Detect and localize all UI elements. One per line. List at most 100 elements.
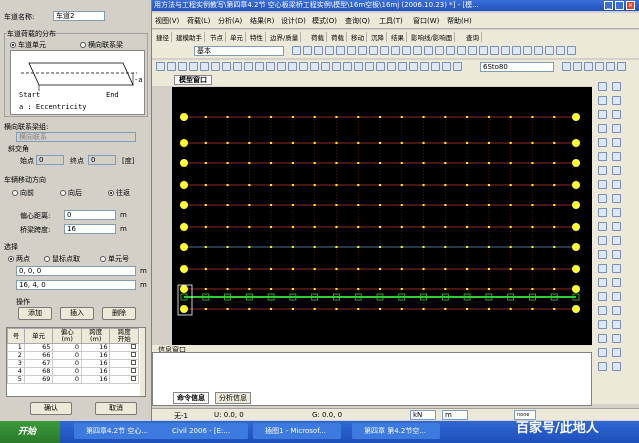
toolbar-tab-0[interactable]: 捷径 bbox=[154, 32, 172, 42]
side-tool-icon-0-5[interactable] bbox=[598, 152, 607, 161]
side-tool-icon-0-20[interactable] bbox=[598, 362, 607, 371]
table-cell[interactable] bbox=[109, 367, 139, 376]
side-tool-icon-0-8[interactable] bbox=[598, 194, 607, 203]
row2-tool-icon-5[interactable] bbox=[347, 46, 356, 55]
side-tool-icon-1-11[interactable] bbox=[612, 236, 621, 245]
table-row[interactable]: 3 67 0 16 bbox=[7, 359, 139, 368]
length-unit-select[interactable]: m bbox=[442, 410, 468, 420]
table-row[interactable]: 2 66 0 16 bbox=[7, 351, 139, 360]
menu-item-8[interactable]: 窗口(W) bbox=[413, 16, 439, 26]
start-button[interactable]: 开始 bbox=[0, 421, 60, 443]
ok-button[interactable]: 确认 bbox=[30, 402, 72, 415]
side-tool-icon-0-12[interactable] bbox=[598, 250, 607, 259]
lane-name-input[interactable]: 车道2 bbox=[53, 11, 105, 21]
row2-tool-icon-8[interactable] bbox=[380, 46, 389, 55]
menu-item-9[interactable]: 帮助(H) bbox=[447, 16, 472, 26]
group-dropdown[interactable]: 6Sto80 bbox=[480, 62, 554, 72]
minimize-icon[interactable]: _ bbox=[604, 1, 613, 10]
side-tool-icon-0-19[interactable] bbox=[598, 348, 607, 357]
row3-tool-icon-20[interactable] bbox=[376, 62, 385, 71]
row2-tool-icon-15[interactable] bbox=[457, 46, 466, 55]
table-cell[interactable]: 16 bbox=[80, 375, 111, 384]
row3-tool-icon-23[interactable] bbox=[409, 62, 418, 71]
base-dropdown[interactable]: 基本 bbox=[194, 46, 284, 56]
row3-tool-icon-3[interactable] bbox=[189, 62, 198, 71]
toolbar-tab-5[interactable]: 边界/质量 bbox=[268, 32, 302, 42]
row3-tool-icon-22[interactable] bbox=[398, 62, 407, 71]
toolbar-tab-2[interactable]: 节点 bbox=[208, 32, 226, 42]
menu-item-1[interactable]: 荷载(L) bbox=[187, 16, 210, 26]
row3-tool-icon-16[interactable] bbox=[332, 62, 341, 71]
side-tool-icon-0-0[interactable] bbox=[598, 82, 607, 91]
row2-tool-icon-2[interactable] bbox=[314, 46, 323, 55]
table-header-1[interactable]: 单元 bbox=[23, 328, 54, 344]
side-tool-icon-0-10[interactable] bbox=[598, 222, 607, 231]
row3-tool-icon-14[interactable] bbox=[310, 62, 319, 71]
row3-tool-icon-27[interactable] bbox=[453, 62, 462, 71]
taskbar-item-0[interactable]: 第四章4.2节 空心... bbox=[74, 423, 162, 439]
row3-tool-icon-9[interactable] bbox=[255, 62, 264, 71]
side-tool-icon-1-4[interactable] bbox=[612, 138, 621, 147]
row2-tool-icon-6[interactable] bbox=[358, 46, 367, 55]
row3-tool-icon-7[interactable] bbox=[233, 62, 242, 71]
row2-tool-icon-16[interactable] bbox=[468, 46, 477, 55]
row2-tool-icon-20[interactable] bbox=[512, 46, 521, 55]
row2-tool-icon-4[interactable] bbox=[336, 46, 345, 55]
side-tool-icon-0-14[interactable] bbox=[598, 278, 607, 287]
side-tool-icon-1-3[interactable] bbox=[612, 124, 621, 133]
row3-tool-icon-1[interactable] bbox=[167, 62, 176, 71]
ecc-dist-input[interactable]: 0 bbox=[64, 210, 116, 220]
row3b-tool-icon-3[interactable] bbox=[595, 62, 604, 71]
bridge-span-input[interactable]: 16 bbox=[64, 224, 116, 234]
row2-tool-icon-18[interactable] bbox=[490, 46, 499, 55]
checkbox-icon[interactable] bbox=[131, 352, 136, 357]
side-tool-icon-0-2[interactable] bbox=[598, 110, 607, 119]
toolbar-tab-1[interactable]: 建模助手 bbox=[174, 32, 205, 42]
menu-item-7[interactable]: 工具(T) bbox=[379, 16, 403, 26]
checkbox-icon[interactable] bbox=[131, 344, 136, 349]
radio-mouse-pick[interactable]: 鼠标点取 bbox=[44, 254, 80, 264]
table-cell[interactable] bbox=[109, 359, 139, 368]
row2-tool-icon-11[interactable] bbox=[413, 46, 422, 55]
table-cell[interactable] bbox=[109, 343, 139, 352]
tab-analysis-info[interactable]: 分析信息 bbox=[215, 392, 251, 404]
radio-lane-unit[interactable]: 车道单元 bbox=[10, 40, 46, 50]
toolbar-tab-4[interactable]: 特性 bbox=[248, 32, 266, 42]
side-tool-icon-1-2[interactable] bbox=[612, 110, 621, 119]
radio-unit-no[interactable]: 单元号 bbox=[100, 254, 129, 264]
toolbar-tab-7[interactable]: 荷载 bbox=[329, 32, 347, 42]
row2-tool-icon-12[interactable] bbox=[424, 46, 433, 55]
side-tool-icon-0-11[interactable] bbox=[598, 236, 607, 245]
side-tool-icon-1-16[interactable] bbox=[612, 306, 621, 315]
side-tool-icon-0-7[interactable] bbox=[598, 180, 607, 189]
side-tool-icon-1-18[interactable] bbox=[612, 334, 621, 343]
side-tool-icon-1-15[interactable] bbox=[612, 292, 621, 301]
side-tool-icon-0-6[interactable] bbox=[598, 166, 607, 175]
row2-tool-icon-23[interactable] bbox=[545, 46, 554, 55]
side-tool-icon-1-0[interactable] bbox=[612, 82, 621, 91]
row3-tool-icon-13[interactable] bbox=[299, 62, 308, 71]
side-tool-icon-1-1[interactable] bbox=[612, 96, 621, 105]
radio-cross-beam[interactable]: 横向联系梁 bbox=[80, 40, 123, 50]
checkbox-icon[interactable] bbox=[131, 368, 136, 373]
table-header-4[interactable]: 跨度 开始 bbox=[109, 328, 139, 344]
table-cell[interactable]: 5 bbox=[7, 375, 25, 384]
table-header-3[interactable]: 跨度 (m) bbox=[80, 328, 111, 344]
row3-tool-icon-0[interactable] bbox=[156, 62, 165, 71]
checkbox-icon[interactable] bbox=[131, 360, 136, 365]
row3-tool-icon-4[interactable] bbox=[200, 62, 209, 71]
insert-button[interactable]: 插入 bbox=[60, 307, 94, 320]
side-tool-icon-0-18[interactable] bbox=[598, 334, 607, 343]
row2-tool-icon-25[interactable] bbox=[567, 46, 576, 55]
row3-tool-icon-18[interactable] bbox=[354, 62, 363, 71]
row2-tool-icon-24[interactable] bbox=[556, 46, 565, 55]
side-tool-icon-1-9[interactable] bbox=[612, 208, 621, 217]
toolbar-tab-3[interactable]: 单元 bbox=[228, 32, 246, 42]
side-tool-icon-0-17[interactable] bbox=[598, 320, 607, 329]
side-tool-icon-1-20[interactable] bbox=[612, 362, 621, 371]
start-angle-input[interactable]: 0 bbox=[36, 155, 64, 165]
side-tool-icon-1-13[interactable] bbox=[612, 264, 621, 273]
row2-tool-icon-17[interactable] bbox=[479, 46, 488, 55]
side-tool-icon-1-12[interactable] bbox=[612, 250, 621, 259]
row3b-tool-icon-4[interactable] bbox=[606, 62, 615, 71]
